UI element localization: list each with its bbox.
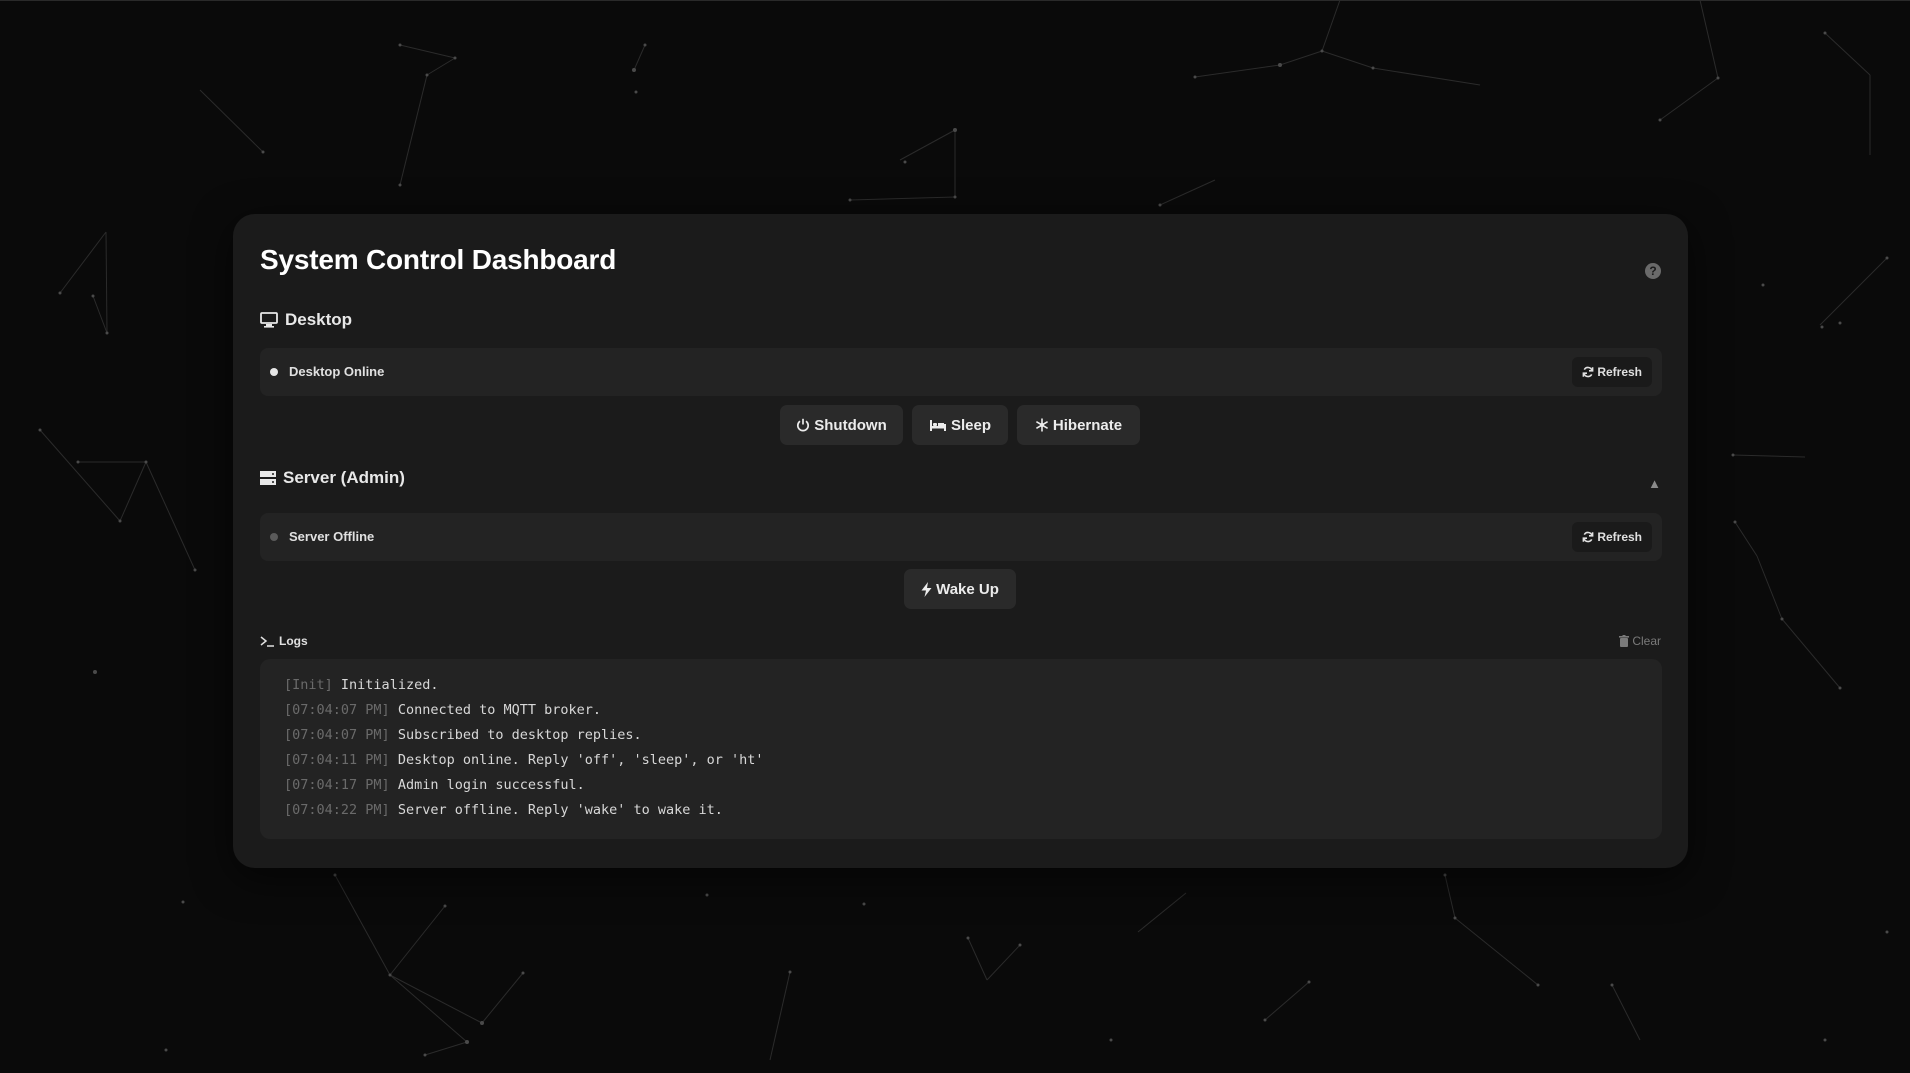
server-status-bar: Server Offline Refresh [260, 513, 1662, 561]
desktop-refresh-label: Refresh [1597, 365, 1642, 379]
log-entry-time: [07:04:07 PM] [284, 702, 390, 718]
server-refresh-button[interactable]: Refresh [1572, 522, 1652, 552]
sleep-button[interactable]: Sleep [912, 405, 1008, 445]
log-entry-time: [07:04:17 PM] [284, 777, 390, 793]
log-entry: [07:04:11 PM] Desktop online. Reply 'off… [284, 748, 764, 773]
logs-heading-label: Logs [279, 634, 308, 648]
log-entry-message: Server offline. Reply 'wake' to wake it. [397, 802, 723, 818]
desktop-refresh-button[interactable]: Refresh [1572, 357, 1652, 387]
question-circle-icon[interactable]: ? [1645, 263, 1661, 279]
log-lines: [Init] Initialized. [07:04:07 PM] Connect… [284, 673, 764, 823]
bed-icon [929, 419, 946, 431]
server-status-text: Server Offline [289, 529, 375, 544]
server-section-heading: Server (Admin) [260, 468, 405, 488]
desktop-status-dot [270, 368, 278, 376]
desktop-status-text: Desktop Online [289, 364, 385, 379]
server-icon [260, 471, 276, 485]
clear-logs-button[interactable]: Clear [1619, 634, 1661, 648]
desktop-heading-label: Desktop [285, 310, 353, 329]
log-entry: [07:04:07 PM] Connected to MQTT broker. [284, 698, 764, 723]
log-entry: [07:04:07 PM] Subscribed to desktop repl… [284, 723, 764, 748]
log-entry-time: [07:04:11 PM] [284, 752, 390, 768]
trash-icon [1619, 635, 1630, 647]
logs-heading: Logs [260, 634, 308, 648]
desktop-section-heading: Desktop [260, 310, 352, 330]
log-entry-message: Desktop online. Reply 'off', 'sleep', or… [397, 752, 764, 768]
snowflake-icon [1035, 418, 1048, 432]
clear-logs-label: Clear [1632, 634, 1661, 648]
log-entry-message: Admin login successful. [397, 777, 585, 793]
hibernate-label: Hibernate [1052, 416, 1123, 434]
server-status-dot [270, 533, 278, 541]
power-icon [797, 418, 810, 432]
wake-up-label: Wake Up [936, 580, 999, 598]
shutdown-label: Shutdown [814, 416, 887, 434]
desktop-status-bar: Desktop Online Refresh [260, 348, 1662, 396]
server-collapse-toggle[interactable]: ▲ [1648, 476, 1661, 491]
log-entry-time: [07:04:07 PM] [284, 727, 390, 743]
refresh-icon [1582, 531, 1594, 543]
monitor-icon [260, 312, 278, 328]
log-entry-message: Connected to MQTT broker. [397, 702, 602, 718]
log-entry: [07:04:22 PM] Server offline. Reply 'wak… [284, 798, 764, 823]
bolt-icon [921, 581, 932, 597]
server-heading-label: Server (Admin) [283, 468, 405, 487]
hibernate-button[interactable]: Hibernate [1017, 405, 1140, 445]
refresh-icon [1582, 366, 1594, 378]
log-entry: [Init] Initialized. [284, 673, 764, 698]
page-title: System Control Dashboard [260, 244, 617, 275]
server-refresh-label: Refresh [1597, 530, 1642, 544]
shutdown-button[interactable]: Shutdown [780, 405, 903, 445]
log-entry: [07:04:17 PM] Admin login successful. [284, 773, 764, 798]
sleep-label: Sleep [950, 416, 992, 434]
dashboard-panel: System Control Dashboard ? Desktop Deskt… [233, 214, 1688, 868]
log-entry-message: Initialized. [340, 677, 439, 693]
log-console: [Init] Initialized. [07:04:07 PM] Connect… [260, 659, 1662, 839]
terminal-icon [260, 636, 274, 647]
log-entry-message: Subscribed to desktop replies. [397, 727, 642, 743]
log-entry-time: [07:04:22 PM] [284, 802, 390, 818]
log-entry-time: [Init] [284, 677, 333, 693]
wake-up-button[interactable]: Wake Up [904, 569, 1016, 609]
